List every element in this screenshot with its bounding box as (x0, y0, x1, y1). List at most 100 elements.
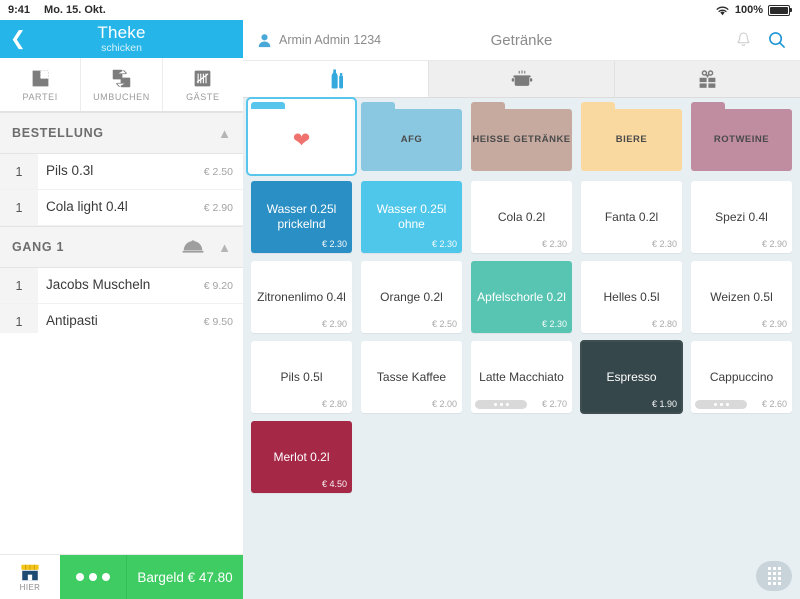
product-price: € 2.90 (321, 319, 347, 329)
category-favorites[interactable]: ❤ (246, 97, 357, 176)
order-row-name: Jacobs Muscheln (46, 277, 151, 293)
product-price: € 2.30 (321, 239, 347, 249)
tool-partei-label: PARTEI (22, 91, 58, 102)
product-name: Zitronenlimo 0.4l (257, 289, 346, 304)
product-name: Espresso (606, 369, 657, 384)
order-row-price: € 2.50 (203, 165, 233, 178)
order-row[interactable]: 1 Antipasti € 9.50 (0, 304, 243, 333)
table-header[interactable]: ❮ Theke schicken (0, 20, 243, 58)
product-name: Weizen 0.5l (710, 289, 773, 304)
folder-body: ❤ (251, 109, 352, 171)
product-tile[interactable]: Helles 0.5l € 2.80 (581, 261, 682, 333)
order-row[interactable]: 1 Cola light 0.4l € 2.90 (0, 190, 243, 226)
tool-gaeste[interactable]: GÄSTE (163, 58, 243, 111)
product-tile[interactable]: Weizen 0.5l € 2.90 (691, 261, 792, 333)
category-label: AFG (400, 134, 423, 146)
product-name: Wasser 0.25l prickelnd (266, 202, 337, 231)
tab-food[interactable] (429, 61, 615, 97)
back-chevron-icon[interactable]: ❮ (10, 30, 26, 49)
order-section-header-bestellung[interactable]: BESTELLUNG ▲ (0, 112, 243, 154)
category-rotweine[interactable]: ROTWEINE (691, 102, 792, 171)
product-price: € 2.80 (321, 399, 347, 409)
heart-icon: ❤ (292, 128, 311, 152)
keypad-button[interactable] (756, 561, 792, 591)
product-tile[interactable]: Wasser 0.25l prickelnd € 2.30 (251, 181, 352, 253)
product-tile[interactable]: Cappuccino € 2.60 (691, 341, 792, 413)
folder-body: HEISSE GETRÄNKE (471, 109, 572, 171)
product-panel-header: Armin Admin 1234 Getränke (243, 20, 800, 61)
order-row-qty: 1 (0, 304, 38, 333)
product-tile[interactable]: Merlot 0.2l € 4.50 (251, 421, 352, 493)
tab-gifts[interactable] (615, 61, 800, 97)
product-name: Helles 0.5l (603, 289, 660, 304)
product-price: € 2.50 (431, 319, 457, 329)
three-dots-icon-dot (76, 573, 84, 581)
order-row-main: Antipasti (38, 313, 204, 330)
product-tile[interactable]: Spezi 0.4l € 2.90 (691, 181, 792, 253)
category-label: ROTWEINE (713, 134, 770, 146)
current-user[interactable]: Armin Admin 1234 (257, 33, 381, 48)
product-tile[interactable]: Cola 0.2l € 2.30 (471, 181, 572, 253)
product-name: Merlot 0.2l (273, 449, 330, 464)
storefront-icon (21, 564, 39, 580)
cloche-icon[interactable] (182, 240, 204, 254)
order-row-main: Cola light 0.4l (38, 199, 204, 216)
order-row-price: € 2.90 (203, 201, 233, 214)
order-row-main: Jacobs Muscheln (38, 277, 204, 294)
order-row[interactable]: 1 Jacobs Muscheln € 9.20 (0, 268, 243, 304)
keypad-icon (767, 567, 781, 585)
tab-drinks[interactable] (243, 61, 429, 97)
order-row[interactable]: 1 Pils 0.3l € 2.50 (0, 154, 243, 190)
product-tile[interactable]: Fanta 0.2l € 2.30 (581, 181, 682, 253)
order-section-header-gang-1[interactable]: GANG 1 ▲ (0, 226, 243, 268)
dine-in-label: HIER (19, 582, 41, 592)
dine-in-toggle[interactable]: HIER (0, 555, 60, 599)
order-row-name: Cola light 0.4l (46, 199, 128, 215)
folder-body: AFG (361, 109, 462, 171)
cash-pay-button[interactable]: Bargeld € 47.80 (127, 555, 243, 599)
product-price: € 1.90 (651, 399, 677, 409)
product-price: € 4.50 (321, 479, 347, 489)
product-tile[interactable]: Zitronenlimo 0.4l € 2.90 (251, 261, 352, 333)
order-row-price: € 9.20 (203, 279, 233, 292)
product-tile[interactable]: Apfelschorle 0.2l € 2.30 (471, 261, 572, 333)
bell-icon[interactable] (735, 31, 752, 49)
product-name: Latte Macchiato (479, 369, 564, 384)
more-options-button[interactable] (60, 555, 127, 599)
tool-umbuchen[interactable]: UMBUCHEN (81, 58, 163, 111)
category-heisse-getraenke[interactable]: HEISSE GETRÄNKE (471, 102, 572, 171)
section-title: GANG 1 (12, 240, 65, 254)
folder-body: ROTWEINE (691, 109, 792, 171)
product-tile[interactable]: Latte Macchiato € 2.70 (471, 341, 572, 413)
wifi-icon (716, 6, 729, 15)
drinks-bottle-icon (331, 68, 343, 89)
product-tile[interactable]: Orange 0.2l € 2.50 (361, 261, 462, 333)
category-biere[interactable]: BIERE (581, 102, 682, 171)
battery-icon (768, 4, 792, 16)
product-name: Orange 0.2l (380, 289, 443, 304)
product-options-indicator (475, 400, 527, 409)
product-tile[interactable]: Wasser 0.25l ohne € 2.30 (361, 181, 462, 253)
product-tile[interactable]: Espresso € 1.90 (580, 340, 683, 414)
chevron-up-icon[interactable]: ▲ (218, 241, 231, 254)
folder-body: BIERE (581, 109, 682, 171)
search-icon[interactable] (768, 31, 786, 49)
product-price: € 2.30 (431, 239, 457, 249)
order-toolbar: PARTEI UMBUCHEN GÄSTE (0, 58, 243, 112)
product-name: Spezi 0.4l (715, 209, 768, 224)
chevron-up-icon[interactable]: ▲ (218, 127, 231, 140)
category-afg[interactable]: AFG (361, 102, 462, 171)
ios-status-bar-left: 9:41 Mo. 15. Okt. (0, 0, 243, 20)
order-row-name: Antipasti (46, 313, 98, 329)
product-price: € 2.30 (541, 319, 567, 329)
product-name: Cappuccino (709, 369, 774, 384)
product-tile[interactable]: Pils 0.5l € 2.80 (251, 341, 352, 413)
section-icons: ▲ (182, 240, 231, 254)
product-price: € 2.70 (541, 399, 567, 409)
product-tile[interactable]: Tasse Kaffee € 2.00 (361, 341, 462, 413)
tool-partei[interactable]: PARTEI (0, 58, 82, 111)
three-dots-icon-dot (102, 573, 110, 581)
product-name: Fanta 0.2l (604, 209, 659, 224)
product-name: Cola 0.2l (497, 209, 546, 224)
status-date: Mo. 15. Okt. (44, 4, 106, 16)
